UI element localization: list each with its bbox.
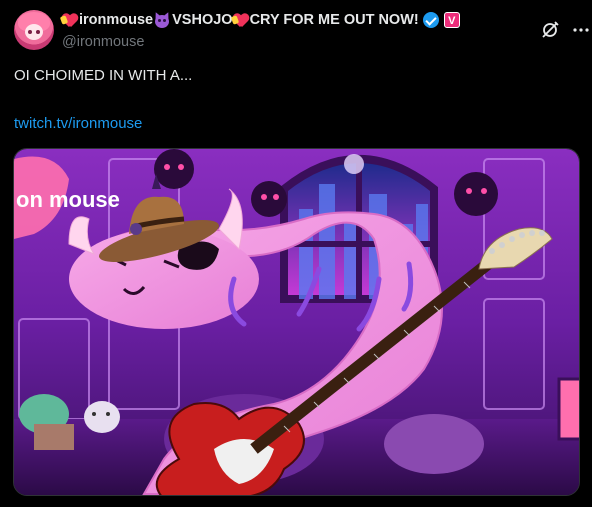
more-options-icon[interactable]: [570, 20, 592, 40]
tweet-link[interactable]: twitch.tv/ironmouse: [14, 114, 142, 134]
media-logo-text: on mouse: [16, 187, 120, 212]
display-name-suffix: VSHOJO: [172, 12, 233, 28]
tweet-text: OI CHOIMED IN WITH A...: [14, 67, 193, 84]
media-illustration: on mouse: [14, 149, 579, 495]
display-name-tail: CRY FOR ME OUT NOW!: [249, 12, 419, 28]
verified-badge-icon[interactable]: [422, 12, 439, 28]
author-avatar[interactable]: [14, 10, 54, 50]
heart-ribbon-icon: [59, 13, 78, 28]
display-name-main: ironmouse: [79, 12, 154, 28]
author-names: ironmouse VSHOJO CRY FOR ME OUT NOW! V @…: [59, 11, 460, 51]
smiling-devil-icon: [153, 11, 172, 28]
author-display-name[interactable]: ironmouse VSHOJO CRY FOR ME OUT NOW! V: [59, 11, 460, 29]
author-handle[interactable]: @ironmouse: [62, 33, 460, 51]
heart-ribbon-icon: [230, 13, 249, 28]
tweet-header: ironmouse VSHOJO CRY FOR ME OUT NOW! V @…: [14, 8, 589, 51]
grok-icon[interactable]: [540, 20, 560, 40]
affiliate-badge[interactable]: V: [443, 12, 460, 28]
tweet-media-image[interactable]: on mouse: [13, 148, 580, 496]
